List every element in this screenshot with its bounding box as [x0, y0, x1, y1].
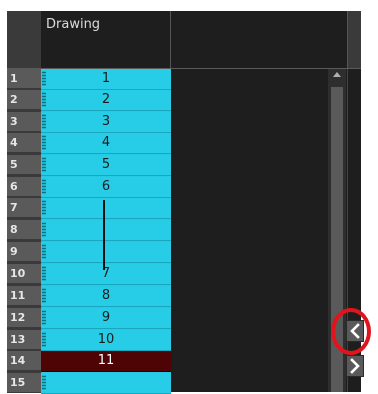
cell-value: 6 [101, 179, 111, 194]
selected-cell[interactable]: 11 [41, 351, 171, 372]
drawing-cell[interactable]: 2 [41, 90, 171, 111]
frame-number: 4 [7, 133, 41, 153]
cell-value: 5 [101, 157, 111, 172]
expand-button[interactable] [346, 355, 364, 377]
frame-number: 9 [7, 242, 41, 262]
cell-value: 2 [101, 92, 111, 107]
drag-grip-icon[interactable] [42, 157, 46, 172]
cell-value: 3 [101, 114, 111, 129]
frame-number: 2 [7, 90, 41, 110]
drawing-column: 11 10 9 8 7 6 5 4 3 2 1 [41, 69, 171, 394]
drag-grip-icon[interactable] [42, 114, 46, 129]
drawing-cell[interactable]: 9 [41, 308, 171, 329]
frame-number: 14 [7, 351, 41, 371]
drawing-cell[interactable]: 6 [41, 177, 171, 198]
drawing-cell[interactable] [41, 242, 171, 263]
column-header-drawing[interactable]: Drawing [41, 11, 171, 68]
side-panel-strip [348, 69, 361, 392]
drag-grip-icon[interactable] [42, 375, 46, 390]
drawing-cell[interactable] [41, 198, 171, 219]
xsheet-view: Drawing 1 2 3 4 5 6 7 8 9 10 11 12 13 14 15 11 10 9 8 7 6 5 4… [0, 0, 378, 394]
frame-number: 15 [7, 373, 41, 393]
drag-grip-icon[interactable] [42, 71, 46, 86]
drawing-cell[interactable]: 3 [41, 112, 171, 133]
collapse-button[interactable] [346, 320, 364, 342]
frame-number: 12 [7, 308, 41, 328]
drawing-cell[interactable] [41, 373, 171, 394]
drawing-cell[interactable]: 5 [41, 155, 171, 176]
drag-grip-icon[interactable] [42, 135, 46, 150]
drawing-cell[interactable]: 1 [41, 69, 171, 90]
drawing-cell[interactable]: 10 [41, 330, 171, 351]
frame-number: 13 [7, 330, 41, 350]
drawing-cell[interactable]: 4 [41, 133, 171, 154]
empty-column-area [171, 69, 348, 392]
drawing-cell[interactable]: 7 [41, 264, 171, 285]
chevron-right-icon [347, 356, 363, 376]
triangle-up-icon[interactable] [333, 72, 341, 77]
scrollbar-thumb[interactable] [331, 87, 343, 392]
drag-grip-icon[interactable] [42, 200, 46, 215]
drawing-cell[interactable] [41, 220, 171, 241]
cell-value: 1 [101, 71, 111, 86]
empty-column-header [171, 11, 348, 68]
xsheet-corner [7, 11, 41, 68]
drag-grip-icon[interactable] [42, 332, 46, 347]
cell-value: 11 [97, 353, 115, 368]
frame-number: 3 [7, 112, 41, 132]
frame-number: 5 [7, 155, 41, 175]
frame-number-column: 1 2 3 4 5 6 7 8 9 10 11 12 13 14 15 [7, 69, 41, 393]
exposure-hold-line [103, 200, 105, 270]
chevron-left-icon [347, 321, 363, 341]
cell-value: 10 [97, 332, 115, 347]
cell-value: 8 [101, 288, 111, 303]
frame-number: 1 [7, 69, 41, 89]
drag-grip-icon[interactable] [42, 244, 46, 259]
drag-grip-icon[interactable] [42, 310, 46, 325]
header-side-strip [348, 11, 361, 68]
drag-grip-icon[interactable] [42, 179, 46, 194]
drawing-cell[interactable]: 8 [41, 286, 171, 307]
frame-number: 6 [7, 177, 41, 197]
column-name: Drawing [46, 17, 101, 32]
frame-number: 11 [7, 286, 41, 306]
frame-number: 10 [7, 264, 41, 284]
frame-number: 7 [7, 198, 41, 218]
drag-grip-icon[interactable] [42, 92, 46, 107]
drag-grip-icon[interactable] [42, 222, 46, 237]
cell-value: 4 [101, 135, 111, 150]
frame-number: 8 [7, 220, 41, 240]
cell-value: 9 [101, 310, 111, 325]
drag-grip-icon[interactable] [42, 266, 46, 281]
drag-grip-icon[interactable] [42, 288, 46, 303]
